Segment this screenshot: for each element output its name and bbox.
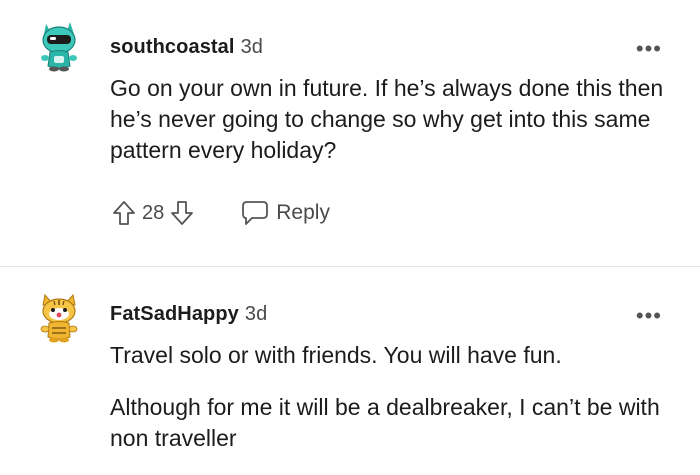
downvote-button[interactable] [168, 198, 196, 228]
comment-actions: 28 Reply [110, 196, 330, 230]
comment-header: southcoastal 3d [110, 36, 263, 59]
downvote-arrow-icon [171, 201, 194, 225]
comment-body: Go on your own in future. If he’s always… [110, 75, 664, 163]
upvote-button[interactable] [110, 198, 138, 228]
comment-age: 3d [244, 303, 268, 325]
user-avatar[interactable] [30, 289, 88, 347]
username-link[interactable]: southcoastal [110, 36, 235, 58]
comment-1: southcoastal 3d ••• Go on your own in fut… [0, 0, 700, 266]
comment-header: FatSadHappy 3d [110, 303, 267, 326]
user-avatar[interactable] [30, 16, 88, 74]
username-link[interactable]: FatSadHappy [110, 303, 239, 325]
reply-label: Reply [276, 201, 330, 224]
comment-2: FatSadHappy 3d ••• Travel solo or with fr… [0, 267, 700, 475]
snoo-avatar-teal-icon [41, 22, 77, 72]
comment-body-paragraph-2: Although for me it will be a dealbreaker… [110, 394, 660, 451]
snoo-avatar-tiger-icon [40, 293, 78, 343]
more-options-button[interactable]: ••• [636, 38, 662, 60]
upvote-arrow-icon [113, 201, 135, 225]
vote-score: 28 [142, 201, 165, 224]
more-options-button[interactable]: ••• [636, 305, 662, 327]
reply-button[interactable]: Reply [240, 199, 330, 227]
speech-bubble-icon [242, 201, 269, 225]
comment-age: 3d [240, 36, 264, 58]
comment-body-paragraph-1: Travel solo or with friends. You will ha… [110, 342, 562, 368]
